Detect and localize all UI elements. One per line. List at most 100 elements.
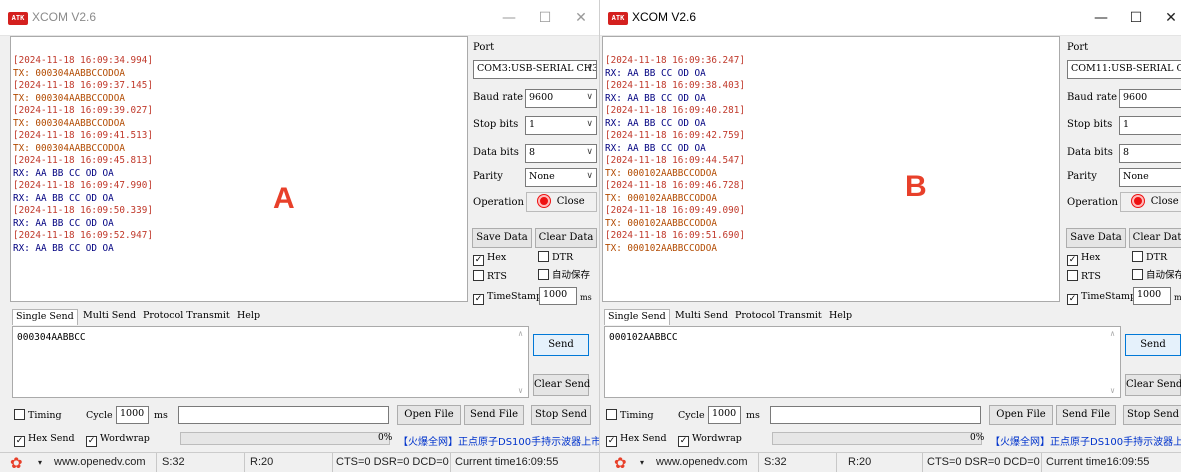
- ad-link[interactable]: 【火爆全网】正点原子DS100手持示波器上市: [398, 433, 600, 448]
- send-progress-bar: [180, 432, 390, 445]
- received-count: R:20: [250, 456, 274, 468]
- close-icon[interactable]: ✕: [566, 8, 596, 28]
- checkbox-icon: ✓: [86, 436, 97, 447]
- receive-log[interactable]: [2024-11-18 16:09:34.994] TX: 000304AABBC…: [10, 36, 468, 302]
- timestamp-checkbox[interactable]: ✓ TimeStamp: [473, 290, 542, 305]
- hex-send-checkbox[interactable]: ✓ Hex Send: [606, 432, 667, 447]
- wordwrap-checkbox[interactable]: ✓ Wordwrap: [86, 432, 150, 447]
- hex-send-checkbox[interactable]: ✓ Hex Send: [14, 432, 75, 447]
- hex-display-checkbox[interactable]: ✓ Hex: [1067, 251, 1100, 266]
- stop-bits-select[interactable]: 1∨: [1119, 116, 1181, 135]
- parity-select[interactable]: None∨: [525, 168, 597, 187]
- log-line: TX: 000102AABBCCODOA: [605, 167, 717, 179]
- port-select[interactable]: COM3:USB-SERIAL CH34C∨: [473, 60, 597, 79]
- clear-send-button[interactable]: Clear Send: [1125, 374, 1181, 396]
- tab-single-send[interactable]: Single Send: [12, 309, 78, 325]
- timestamp-input[interactable]: 1000: [1133, 287, 1171, 305]
- dtr-checkbox[interactable]: DTR: [1132, 251, 1167, 264]
- titlebar[interactable]: ATK XCOM V2.6 — ☐ ✕: [0, 0, 600, 36]
- data-bits-select[interactable]: 8∨: [1119, 144, 1181, 163]
- open-close-port-button[interactable]: Close: [1120, 192, 1181, 212]
- autosave-checkbox[interactable]: 自动保存: [1132, 269, 1181, 282]
- tab-protocol-transmit[interactable]: Protocol Transmit: [732, 309, 825, 325]
- save-data-button[interactable]: Save Data: [472, 228, 532, 248]
- send-text: 000304AABBCC: [17, 332, 86, 343]
- tab-single-send[interactable]: Single Send: [604, 309, 670, 325]
- save-data-button[interactable]: Save Data: [1066, 228, 1126, 248]
- log-line: [2024-11-18 16:09:40.281]: [605, 105, 745, 116]
- rts-checkbox[interactable]: RTS: [473, 270, 507, 283]
- file-path-input[interactable]: [178, 406, 389, 424]
- data-bits-select[interactable]: 8∨: [525, 144, 597, 163]
- timestamp-checkbox[interactable]: ✓ TimeStamp: [1067, 290, 1136, 305]
- file-path-input[interactable]: [770, 406, 981, 424]
- wordwrap-checkbox[interactable]: ✓ Wordwrap: [678, 432, 742, 447]
- tab-protocol-transmit[interactable]: Protocol Transmit: [140, 309, 233, 325]
- minimize-icon[interactable]: —: [1086, 8, 1116, 28]
- open-file-button[interactable]: Open File: [989, 405, 1053, 425]
- website-link[interactable]: www.openedv.com: [54, 456, 146, 468]
- log-line: RX: AA BB CC OD OA: [605, 92, 706, 104]
- chevron-down-icon[interactable]: ▾: [640, 458, 644, 467]
- timing-checkbox[interactable]: Timing: [14, 409, 62, 422]
- log-line: [2024-11-18 16:09:44.547]: [605, 155, 745, 166]
- dtr-checkbox[interactable]: DTR: [538, 251, 573, 264]
- send-scrollbar[interactable]: ∧ ∨: [1105, 327, 1120, 397]
- clear-data-button[interactable]: Clear Data: [535, 228, 597, 248]
- log-line: [2024-11-18 16:09:51.690]: [605, 230, 745, 241]
- timing-checkbox[interactable]: Timing: [606, 409, 654, 422]
- tab-help[interactable]: Help: [234, 309, 263, 325]
- checkbox-icon: [538, 251, 549, 262]
- receive-log[interactable]: [2024-11-18 16:09:36.247] RX: AA BB CC OD…: [602, 36, 1060, 302]
- tab-multi-send[interactable]: Multi Send: [80, 309, 139, 325]
- status-bar: ✿ ▾ www.openedv.com S:32 R:20 CTS=0 DSR=…: [0, 452, 600, 472]
- baud-select[interactable]: 9600∨: [525, 89, 597, 108]
- stop-send-button[interactable]: Stop Send: [1123, 405, 1181, 425]
- send-scrollbar[interactable]: ∧ ∨: [513, 327, 528, 397]
- clear-data-button[interactable]: Clear Data: [1129, 228, 1181, 248]
- titlebar[interactable]: ATK XCOM V2.6 — ☐ ✕: [600, 0, 1181, 36]
- port-label: Port: [473, 42, 495, 53]
- send-file-button[interactable]: Send File: [1056, 405, 1116, 425]
- send-button[interactable]: Send: [1125, 334, 1181, 356]
- dtr-label: DTR: [1146, 252, 1168, 263]
- chevron-down-icon: ∨: [586, 63, 593, 73]
- cycle-input[interactable]: 1000: [708, 406, 741, 424]
- minimize-icon[interactable]: —: [494, 8, 524, 28]
- clear-send-button[interactable]: Clear Send: [533, 374, 590, 396]
- open-close-port-button[interactable]: Close: [526, 192, 597, 212]
- maximize-icon[interactable]: ☐: [1121, 8, 1151, 28]
- stop-send-button[interactable]: Stop Send: [531, 405, 591, 425]
- baud-label: Baud rate: [1067, 92, 1118, 103]
- tab-multi-send[interactable]: Multi Send: [672, 309, 731, 325]
- cycle-input[interactable]: 1000: [116, 406, 149, 424]
- close-icon[interactable]: ✕: [1156, 8, 1181, 28]
- timestamp-label: TimeStamp: [487, 291, 543, 302]
- tab-help[interactable]: Help: [826, 309, 855, 325]
- parity-select[interactable]: None∨: [1119, 168, 1181, 187]
- website-link[interactable]: www.openedv.com: [656, 456, 748, 468]
- operation-label: Operation: [1067, 197, 1118, 208]
- gear-icon[interactable]: ✿: [10, 454, 23, 472]
- port-select[interactable]: COM11:USB-SERIAL CH34∨: [1067, 60, 1181, 79]
- app-logo-icon: ATK: [608, 12, 628, 25]
- send-input[interactable]: 000102AABBCC ∧ ∨: [604, 326, 1121, 398]
- annotation-label: A: [273, 182, 295, 215]
- open-file-button[interactable]: Open File: [397, 405, 461, 425]
- maximize-icon[interactable]: ☐: [530, 8, 560, 28]
- timestamp-input[interactable]: 1000: [539, 287, 577, 305]
- log-line: [2024-11-18 16:09:37.145]: [13, 80, 153, 91]
- hex-display-checkbox[interactable]: ✓ Hex: [473, 251, 506, 266]
- baud-select[interactable]: 9600∨: [1119, 89, 1181, 108]
- autosave-checkbox[interactable]: 自动保存: [538, 269, 590, 282]
- send-file-button[interactable]: Send File: [464, 405, 524, 425]
- ad-link[interactable]: 【火爆全网】正点原子DS100手持示波器上市: [990, 433, 1181, 448]
- send-button[interactable]: Send: [533, 334, 589, 356]
- chevron-down-icon[interactable]: ▾: [38, 458, 42, 467]
- gear-icon[interactable]: ✿: [614, 454, 627, 472]
- stop-bits-select[interactable]: 1∨: [525, 116, 597, 135]
- send-tabs: Single Send Multi Send Protocol Transmit…: [10, 309, 468, 325]
- autosave-label: 自动保存: [1146, 270, 1181, 281]
- rts-checkbox[interactable]: RTS: [1067, 270, 1101, 283]
- send-input[interactable]: 000304AABBCC ∧ ∨: [12, 326, 529, 398]
